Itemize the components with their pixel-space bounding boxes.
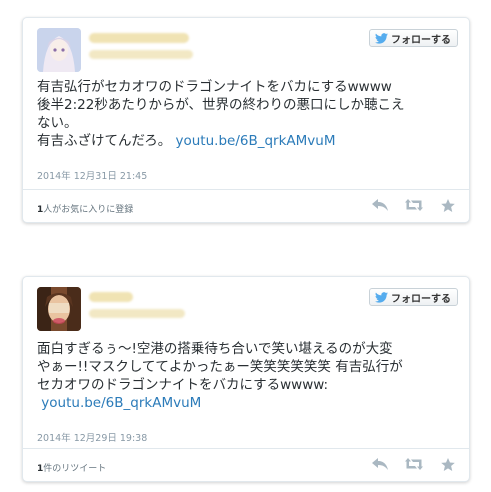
tweet-line: セカオワのドラゴンナイトをバカにするwwww: [37,377,329,393]
follow-button[interactable]: フォローする [369,288,458,306]
favorite-count[interactable]: 1人がお気に入りに登録 [37,202,133,215]
twitter-bird-icon [375,291,388,303]
retweet-count[interactable]: 1件のリツイート [37,461,106,474]
twitter-bird-icon [375,32,388,44]
user-handle[interactable] [89,50,193,59]
tweet-text: 有吉弘行がセカオワのドラゴンナイトをバカにするwwww 後半2:22秒あたりから… [37,78,457,150]
avatar[interactable] [37,287,81,331]
tweet-actions [371,198,457,212]
avatar[interactable] [37,28,81,72]
tweet-link[interactable]: youtu.be/6B_qrkAMvuM [176,133,336,149]
tweet-link[interactable]: youtu.be/6B_qrkAMvuM [41,395,201,411]
follow-label: フォローする [391,34,451,46]
tweet-actions [371,457,457,471]
favorite-star-icon[interactable] [439,457,457,471]
tweet-timestamp[interactable]: 2014年 12月29日 19:38 [37,430,147,444]
tweet-line: 有吉ふざけてんだろ。 [37,133,172,149]
tweet-line: 面白すぎるぅ〜!空港の搭乗待ち合いで笑い堪えるのが大変 [37,341,393,357]
tweet-line: ない。 [37,115,78,131]
divider [23,448,469,449]
retweet-icon[interactable] [405,457,423,471]
tweet-line: やぁー!!マスクしててよかったぁー笑笑笑笑笑笑 有吉弘行が [37,359,403,375]
tweet-card: フォローする 有吉弘行がセカオワのドラゴンナイトをバカにするwwww 後半2:2… [22,17,470,223]
tweet-card: フォローする 面白すぎるぅ〜!空港の搭乗待ち合いで笑い堪えるのが大変 やぁー!!… [22,276,470,482]
divider [23,189,469,190]
display-name[interactable] [89,292,133,302]
retweet-icon[interactable] [405,198,423,212]
display-name[interactable] [89,33,189,43]
retweet-count-label: 件のリツイート [43,464,107,474]
follow-button[interactable]: フォローする [369,29,458,47]
reply-icon[interactable] [371,457,389,471]
tweet-line: 後半2:22秒あたりからが、世界の終わりの悪口にしか聴こえ [37,97,405,113]
follow-label: フォローする [391,293,451,305]
tweet-text: 面白すぎるぅ〜!空港の搭乗待ち合いで笑い堪えるのが大変 やぁー!!マスクしててよ… [37,340,457,412]
favorite-count-label: 人がお気に入りに登録 [43,205,134,215]
favorite-star-icon[interactable] [439,198,457,212]
reply-icon[interactable] [371,198,389,212]
tweet-timestamp[interactable]: 2014年 12月31日 21:45 [37,168,147,182]
tweet-line: 有吉弘行がセカオワのドラゴンナイトをバカにするwwww [37,79,392,95]
user-handle[interactable] [89,309,185,318]
